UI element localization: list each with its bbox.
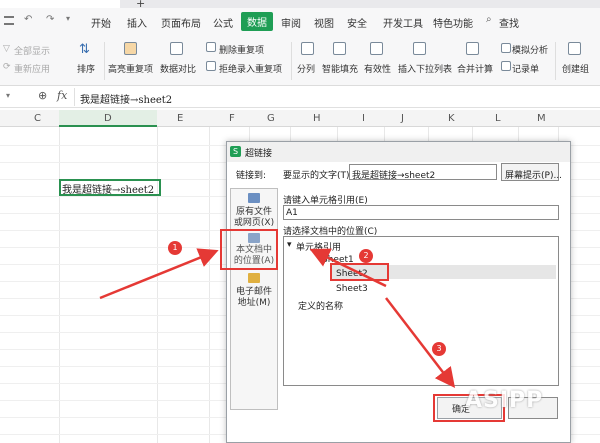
formula-value: 我是超链接→sheet2 xyxy=(80,95,173,106)
step-badge-2: 2 xyxy=(359,249,373,263)
split-columns-button[interactable]: 分列 xyxy=(297,62,315,75)
ribbon-separator xyxy=(555,42,556,80)
ribbon-separator xyxy=(104,42,105,80)
tab-view[interactable]: 视图 xyxy=(314,15,334,30)
tab-search[interactable]: 查找 xyxy=(499,15,519,30)
column-g[interactable]: G xyxy=(267,113,275,124)
email-icon xyxy=(248,273,260,283)
sheet3-item[interactable]: Sheet3 xyxy=(336,284,368,294)
sort-icon: ⇅ xyxy=(79,42,90,57)
highlight-duplicates-button[interactable]: 高亮重复项 xyxy=(108,62,153,75)
smart-fill-icon xyxy=(333,42,346,55)
fx-label: fx xyxy=(57,89,68,102)
name-box-dropdown-icon[interactable]: ▾ xyxy=(6,91,10,100)
column-j[interactable]: J xyxy=(401,113,404,124)
dialog-title: 超链接 xyxy=(245,149,273,159)
tab-data[interactable]: 数据 xyxy=(241,12,273,31)
web-page-icon xyxy=(248,193,260,203)
split-columns-icon xyxy=(301,42,314,55)
column-f[interactable]: F xyxy=(229,113,235,124)
reject-duplicates-button[interactable]: 拒绝录入重复项 xyxy=(219,62,282,75)
step-badge-3: 3 xyxy=(432,342,446,356)
column-h[interactable]: H xyxy=(313,113,321,124)
search-icon: ⌕ xyxy=(486,14,492,25)
remove-duplicates-icon xyxy=(206,42,216,52)
ribbon-separator xyxy=(291,42,292,80)
validity-button[interactable]: 有效性 xyxy=(364,62,391,75)
annotation-box-2 xyxy=(330,263,389,281)
existing-file-or-webpage[interactable]: 原有文件或网页(X) xyxy=(232,207,276,229)
cell-hyperlink-text: 我是超链接→sheet2 xyxy=(62,185,155,196)
watermark: ASIPP xyxy=(465,388,544,413)
tab-review[interactable]: 审阅 xyxy=(281,15,301,30)
reapply-button[interactable]: 重新应用 xyxy=(14,62,50,75)
undo-icon[interactable]: ↶ xyxy=(24,14,32,25)
insert-dropdown-icon xyxy=(413,42,426,55)
annotation-box-1 xyxy=(220,229,278,270)
dialog-title-bar[interactable] xyxy=(227,142,570,162)
display-text-label: 要显示的文字(T): xyxy=(283,171,353,181)
tab-special-features[interactable]: 特色功能 xyxy=(433,15,473,30)
column-m[interactable]: M xyxy=(537,113,546,124)
column-k[interactable]: K xyxy=(448,113,455,124)
insert-dropdown-button[interactable]: 插入下拉列表 xyxy=(398,62,452,75)
window-tab-strip xyxy=(0,0,600,8)
remove-duplicates-button[interactable]: 删除重复项 xyxy=(219,43,264,56)
smart-fill-button[interactable]: 智能填充 xyxy=(322,62,358,75)
menu-icon[interactable] xyxy=(4,16,14,25)
create-group-icon xyxy=(568,42,581,55)
dropdown-icon[interactable]: ▾ xyxy=(66,14,70,23)
cell-reference-input[interactable] xyxy=(283,205,559,220)
what-if-icon xyxy=(501,43,511,53)
filter-icon: ▽ xyxy=(3,44,10,54)
data-compare-icon xyxy=(170,42,183,55)
column-l[interactable]: L xyxy=(495,113,501,124)
document-tab[interactable] xyxy=(0,0,120,8)
step-badge-1: 1 xyxy=(168,241,182,255)
record-form-icon xyxy=(501,61,511,71)
column-d[interactable]: D xyxy=(104,113,112,124)
consolidate-button[interactable]: 合并计算 xyxy=(457,62,493,75)
column-c[interactable]: C xyxy=(34,113,41,124)
show-all-button[interactable]: 全部显示 xyxy=(14,44,50,57)
tab-security[interactable]: 安全 xyxy=(347,15,367,30)
highlight-duplicates-icon xyxy=(124,42,137,55)
sort-button[interactable]: 排序 xyxy=(77,62,95,75)
grid-line xyxy=(157,127,158,443)
tab-formulas[interactable]: 公式 xyxy=(213,15,233,30)
tab-page-layout[interactable]: 页面布局 xyxy=(161,15,201,30)
tree-collapse-icon[interactable]: ▾ xyxy=(287,240,292,250)
redo-icon[interactable]: ↷ xyxy=(46,14,54,25)
column-i[interactable]: I xyxy=(362,113,365,124)
refresh-icon: ⟳ xyxy=(3,62,11,72)
grid-line xyxy=(59,127,60,443)
record-form-button[interactable]: 记录单 xyxy=(512,62,539,75)
validity-icon xyxy=(370,42,383,55)
tab-home[interactable]: 开始 xyxy=(91,15,111,30)
defined-names-item[interactable]: 定义的名称 xyxy=(298,299,343,312)
cell-reference-value: A1 xyxy=(286,208,298,218)
screen-tip-label: 屏幕提示(P)... xyxy=(505,171,563,181)
display-text-value: 我是超链接→sheet2 xyxy=(352,171,436,181)
tree-root-cell-reference: 单元格引用 xyxy=(296,243,342,253)
grid-line xyxy=(209,127,210,443)
zoom-icon: ⊕ xyxy=(38,89,48,102)
reject-duplicates-icon xyxy=(206,61,216,71)
tab-developer[interactable]: 开发工具 xyxy=(383,15,423,30)
email-address[interactable]: 电子邮件地址(M) xyxy=(232,287,276,309)
data-compare-button[interactable]: 数据对比 xyxy=(160,62,196,75)
link-to-label: 链接到: xyxy=(236,171,267,181)
consolidate-icon xyxy=(466,42,479,55)
tab-insert[interactable]: 插入 xyxy=(127,15,147,30)
column-e[interactable]: E xyxy=(177,113,183,124)
wps-logo-icon: S xyxy=(230,146,241,157)
what-if-analysis-button[interactable]: 模拟分析 xyxy=(512,43,548,56)
create-group-button[interactable]: 创建组 xyxy=(562,62,589,75)
